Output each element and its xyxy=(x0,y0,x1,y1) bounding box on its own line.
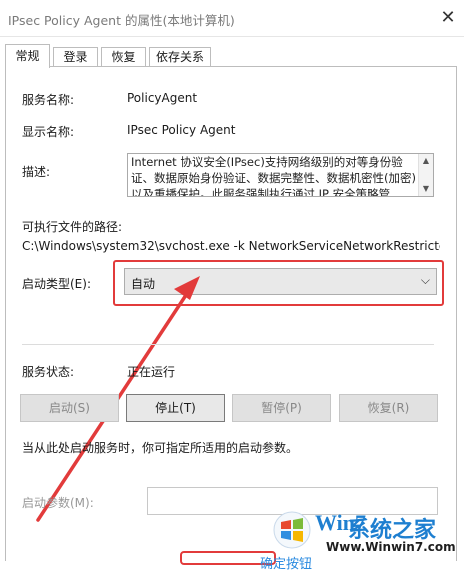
ok-button-partial-text: 确定按钮 xyxy=(260,557,313,572)
divider xyxy=(22,344,434,345)
pause-button[interactable]: 暂停(P) xyxy=(232,394,331,422)
annotation-arrow xyxy=(36,276,200,522)
tab-label: 常规 xyxy=(15,49,40,63)
startup-params-label: 启动参数(M): xyxy=(22,496,94,510)
startup-params-hint: 当从此处启动服务时，你可指定所适用的启动参数。 xyxy=(22,441,299,455)
tab-general[interactable]: 常规 xyxy=(5,44,50,68)
stop-button[interactable]: 停止(T) xyxy=(126,394,225,422)
start-button[interactable]: 启动(S) xyxy=(20,394,119,422)
windows-logo-icon xyxy=(273,511,311,549)
status-value: 正在运行 xyxy=(127,365,176,379)
status-label: 服务状态: xyxy=(22,365,75,379)
resume-button[interactable]: 恢复(R) xyxy=(339,394,438,422)
watermark-url: Www.Winwin7.com xyxy=(326,540,456,554)
